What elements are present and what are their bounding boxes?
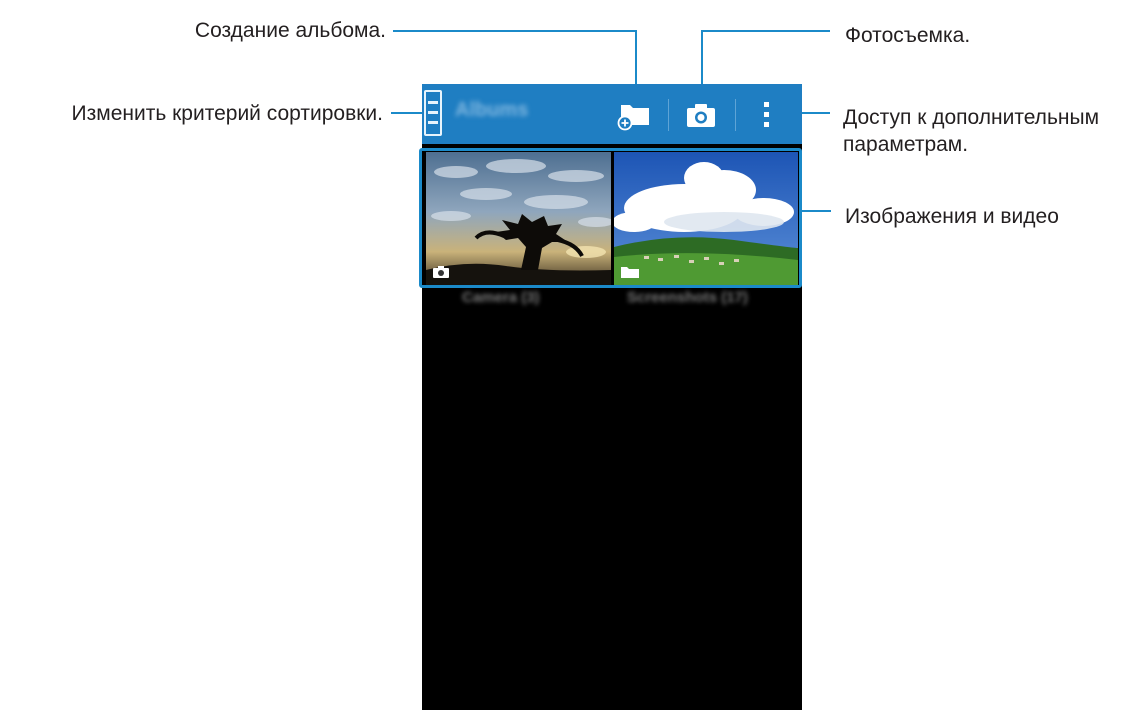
callout-more-line-2: параметрам. <box>843 133 969 156</box>
callout-more-options: Доступ к дополнительным параметрам. <box>843 104 1099 158</box>
album-label-screenshots: Screenshots (17) <box>627 289 748 306</box>
callout-sort: Изменить критерий сортировки. <box>71 102 383 125</box>
callout-create-album: Создание альбома. <box>194 19 386 42</box>
more-options-button[interactable] <box>756 100 776 130</box>
action-bar-divider <box>735 99 736 131</box>
album-label-camera: Camera (3) <box>462 289 540 306</box>
action-bar-divider <box>668 99 669 131</box>
camera-icon <box>687 104 715 127</box>
action-bar-title: Albums <box>455 99 529 121</box>
sort-menu-button[interactable] <box>424 90 442 136</box>
create-album-button[interactable] <box>617 101 653 131</box>
media-highlight-frame <box>419 148 802 288</box>
action-bar: Albums <box>422 84 802 144</box>
folder-add-icon <box>617 105 649 131</box>
callout-photo: Фотосъемка. <box>845 24 971 47</box>
callout-media: Изображения и видео <box>845 205 1059 228</box>
camera-button[interactable] <box>684 102 718 128</box>
callout-more-line-1: Доступ к дополнительным <box>843 106 1100 129</box>
